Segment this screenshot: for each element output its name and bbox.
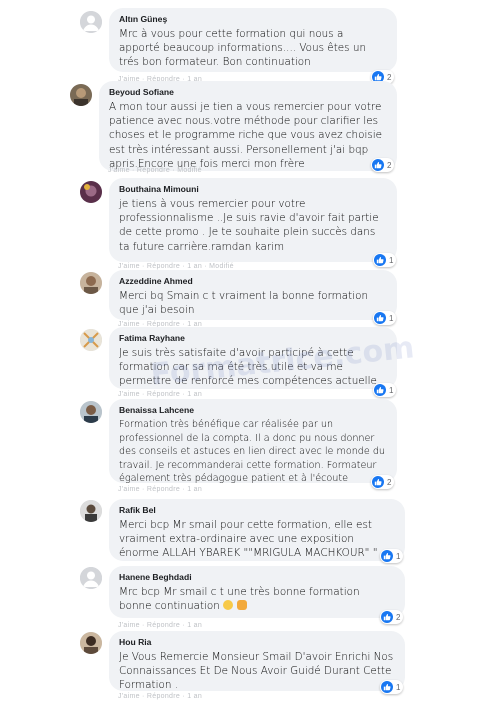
user-photo-icon: [80, 329, 102, 351]
like-icon: [381, 681, 393, 693]
reaction-number: 1: [389, 385, 394, 395]
smile-emoji-icon: [223, 600, 234, 611]
avatar[interactable]: [80, 11, 102, 33]
comment-author[interactable]: Bouthaina Mimouni: [119, 184, 387, 194]
reaction-count[interactable]: 2: [380, 610, 404, 624]
reaction-number: 1: [389, 255, 394, 265]
like-icon: [381, 550, 393, 562]
reaction-number: 2: [396, 612, 401, 622]
like-icon: [374, 254, 386, 266]
user-photo-icon: [80, 272, 102, 294]
comment-text: je tiens à vous remercier pour votre pro…: [119, 198, 379, 253]
comment-bubble: Benaissa Lahcene Formation très bénéfiqu…: [109, 399, 397, 485]
like-icon: [372, 159, 384, 171]
comment-bubble: Hou Ria Je Vous Remercie Monsieur Smail …: [109, 631, 405, 691]
comment-text: Formation très bénéfique car réalisée pa…: [119, 419, 385, 485]
default-user-icon: [80, 11, 102, 33]
reaction-number: 1: [389, 313, 394, 323]
reaction-number: 2: [387, 72, 392, 82]
comment-bubble: Azzeddine Ahmed Merci bq Smain c t vraim…: [109, 270, 397, 320]
reaction-count[interactable]: 1: [373, 311, 397, 325]
comment-text: Merci bcp Mr smail pour cette formation,…: [119, 519, 378, 560]
avatar[interactable]: [80, 632, 102, 654]
like-icon: [374, 312, 386, 324]
like-icon: [374, 384, 386, 396]
user-photo-icon: [80, 401, 102, 423]
reaction-count[interactable]: 1: [373, 383, 397, 397]
comment-author[interactable]: Altın Güneş: [119, 14, 387, 24]
comment-text: A mon tour aussi je tien a vous remercie…: [109, 101, 383, 170]
comment-actions[interactable]: J'aime · Répondre · 1 an: [118, 486, 202, 493]
comment-author[interactable]: Azzeddine Ahmed: [119, 276, 387, 286]
user-photo-icon: [80, 632, 102, 654]
reaction-count[interactable]: 1: [380, 680, 404, 694]
reaction-number: 2: [387, 160, 392, 170]
comment-author[interactable]: Beyoud Sofiane: [109, 87, 387, 97]
reaction-number: 2: [387, 477, 392, 487]
comment-author[interactable]: Rafik Bel: [119, 505, 395, 515]
comment-author[interactable]: Hou Ria: [119, 637, 395, 647]
comment-bubble: Altın Güneş Mrc à vous pour cette format…: [109, 8, 397, 72]
comment-actions[interactable]: J'aime · Répondre · 1 an: [118, 391, 202, 398]
comment-text: Merci bq Smain c t vraiment la bonne for…: [119, 290, 369, 317]
avatar[interactable]: [80, 567, 102, 589]
comment-text: Mrc à vous pour cette formation qui nous…: [119, 28, 367, 69]
user-photo-icon: [70, 84, 92, 106]
avatar[interactable]: [80, 181, 102, 203]
reaction-count[interactable]: 2: [371, 475, 395, 489]
comment-bubble: Bouthaina Mimouni je tiens à vous remerc…: [109, 178, 397, 262]
user-photo-icon: [80, 500, 102, 522]
reaction-count[interactable]: 2: [371, 158, 395, 172]
comment-author[interactable]: Fatima Rayhane: [119, 333, 387, 343]
comment-bubble: Fatima Rayhane Je suis très satisfaite d…: [109, 327, 397, 389]
comment-author[interactable]: Hanene Beghdadi: [119, 572, 395, 582]
like-icon: [372, 476, 384, 488]
thumbs-up-emoji-icon: [236, 600, 247, 611]
comment-bubble: Hanene Beghdadi Mrc bcp Mr smail c t une…: [109, 566, 405, 618]
reaction-count[interactable]: 1: [373, 253, 397, 267]
comment-actions[interactable]: J'aime · Répondre · 1 an: [118, 693, 202, 700]
comment-actions[interactable]: J'aime · Répondre · 1 an · Modifié: [118, 263, 234, 270]
default-user-icon: [80, 567, 102, 589]
avatar[interactable]: [80, 272, 102, 294]
comment-actions[interactable]: J'aime · Répondre · Modifié: [108, 167, 202, 174]
avatar[interactable]: [80, 329, 102, 351]
like-icon: [381, 611, 393, 623]
avatar[interactable]: [70, 84, 92, 106]
comment-text: Je suis très satisfaite d'avoir particip…: [119, 347, 377, 388]
comment-actions[interactable]: J'aime · Répondre · 1 an: [118, 622, 202, 629]
reaction-number: 1: [396, 682, 401, 692]
comment-bubble: Beyoud Sofiane A mon tour aussi je tien …: [99, 81, 397, 171]
avatar[interactable]: [80, 500, 102, 522]
reaction-number: 1: [396, 551, 401, 561]
avatar[interactable]: [80, 401, 102, 423]
comment-bubble: Rafik Bel Merci bcp Mr smail pour cette …: [109, 499, 405, 561]
reaction-count[interactable]: 1: [380, 549, 404, 563]
comment-author[interactable]: Benaissa Lahcene: [119, 405, 387, 415]
comment-text: Je Vous Remercie Monsieur Smail D'avoir …: [119, 651, 394, 692]
user-photo-icon: [80, 181, 102, 203]
